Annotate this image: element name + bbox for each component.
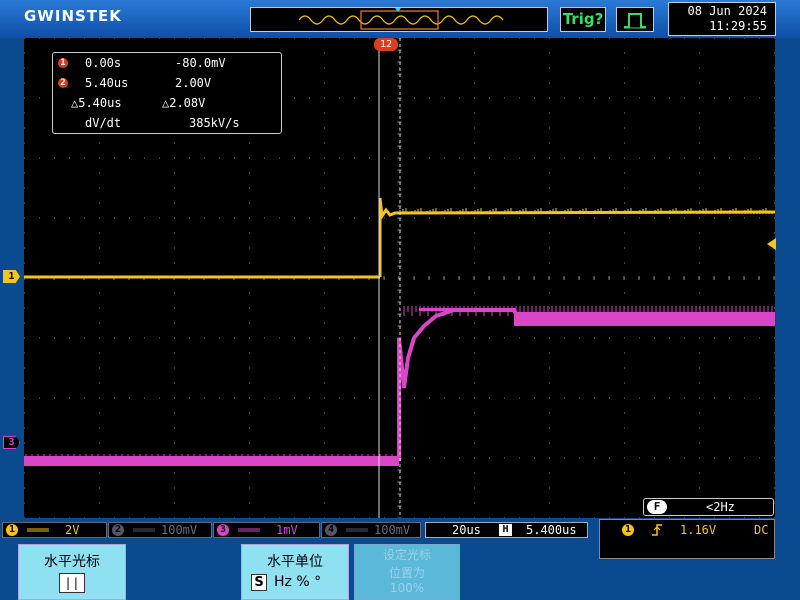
ch2-scale: 100mV (161, 523, 198, 537)
ch2-coupling-icon: ═══ (133, 523, 155, 537)
filter-indicator[interactable]: F <2Hz (643, 498, 774, 516)
softkey-horizontal-cursor-title: 水平光标 (44, 554, 100, 570)
timebase-status[interactable]: 20us H 5.400us (425, 522, 588, 538)
rate-label: dV/dt (85, 116, 122, 130)
trigger-edge-icon (624, 13, 646, 29)
cursor1-index: 1 (58, 58, 68, 68)
unit-other-options[interactable]: Hz % ° (274, 574, 321, 590)
ch4-scale: 100mV (374, 523, 411, 537)
unit-seconds-option[interactable]: S (251, 574, 267, 591)
ch4-number: 4 (325, 524, 337, 536)
cursor-readout-panel: 1 0.00s -80.0mV 2 5.40us 2.00V △5.40us △… (52, 52, 282, 134)
rate-value: 385kV/s (189, 116, 240, 130)
trigger-coupling: DC (754, 523, 769, 537)
ch1-scale: 2V (65, 523, 80, 537)
ch3-scale: 1mV (276, 523, 298, 537)
cursor1-value: -80.0mV (175, 56, 226, 70)
ch1-number: 1 (6, 524, 18, 536)
rate-row: dV/dt 385kV/s (53, 115, 283, 131)
trigger-level: 1.16V (680, 523, 717, 537)
ch1-coupling-icon: ═══ (27, 523, 49, 537)
ch2-status[interactable]: 2 ═══ 100mV (108, 522, 212, 538)
softkey-set-cursor-position: 设定光标 位置为 100% (354, 544, 460, 600)
trigger-info[interactable]: 1 1.16V DC (599, 519, 775, 559)
delta-row: △5.40us △2.08V (53, 95, 283, 111)
trigger-status-button[interactable]: Trig? (560, 7, 606, 32)
cursor2-index: 2 (58, 78, 68, 88)
date-text: 08 Jun 2024 (687, 4, 767, 18)
ch3-coupling-icon: ═══ (238, 523, 260, 537)
ch3-ground-marker[interactable]: 3 (3, 436, 20, 449)
delta-value: △2.08V (162, 96, 206, 110)
cursor1-row: 1 0.00s -80.0mV (53, 55, 283, 71)
ch3-status[interactable]: 3 ═══ 1mV (213, 522, 320, 538)
ch2-number: 2 (112, 524, 124, 536)
ch1-status[interactable]: 1 ═══ 2V (2, 522, 107, 538)
ch3-trace-rise (397, 308, 775, 461)
ch4-coupling-icon: ═══ (346, 523, 368, 537)
memory-overview[interactable] (250, 7, 548, 32)
cursor-tag[interactable]: 12 (374, 38, 398, 51)
ch3-number: 3 (217, 524, 229, 536)
trigger-mode-button[interactable] (616, 7, 654, 32)
softkey-horizontal-unit[interactable]: 水平单位 S Hz % ° (241, 544, 349, 600)
delta-time: △5.40us (71, 96, 122, 110)
trigger-source: 1 (622, 524, 634, 536)
cursor2-value: 2.00V (175, 76, 212, 90)
timebase-scale: 20us (452, 523, 481, 537)
softkey-set-cursor-title: 设定光标 (382, 548, 431, 562)
softkey-horizontal-unit-title: 水平单位 (267, 554, 323, 570)
filter-icon: F (647, 500, 667, 514)
ch1-trace-high (378, 197, 776, 277)
ch3-trace-low (24, 456, 399, 466)
softkey-horizontal-cursor[interactable]: 水平光标 | | (18, 544, 126, 600)
ch1-ground-marker[interactable]: 1 (3, 270, 20, 283)
softkey-set-cursor-sub: 位置为 (388, 566, 425, 580)
ch4-status[interactable]: 4 ═══ 100mV (321, 522, 421, 538)
timebase-position: 5.400us (526, 523, 577, 537)
ch3-noise-low (25, 454, 399, 456)
rising-edge-icon (652, 524, 662, 536)
cursor1-time: 0.00s (85, 56, 122, 70)
filter-value: <2Hz (706, 500, 735, 514)
softkey-set-cursor-percent: 100% (389, 581, 425, 595)
horizontal-position-icon: H (499, 524, 512, 536)
memory-overview-wave (298, 8, 504, 30)
time-text: 11:29:55 (709, 19, 767, 33)
brand-logo: GWINSTEK (24, 7, 122, 25)
cursor-select-icon: | | (59, 573, 85, 593)
date-time-display: 08 Jun 2024 11:29:55 (668, 2, 776, 36)
cursor2-row: 2 5.40us 2.00V (53, 75, 283, 91)
cursor2-time: 5.40us (85, 76, 129, 90)
